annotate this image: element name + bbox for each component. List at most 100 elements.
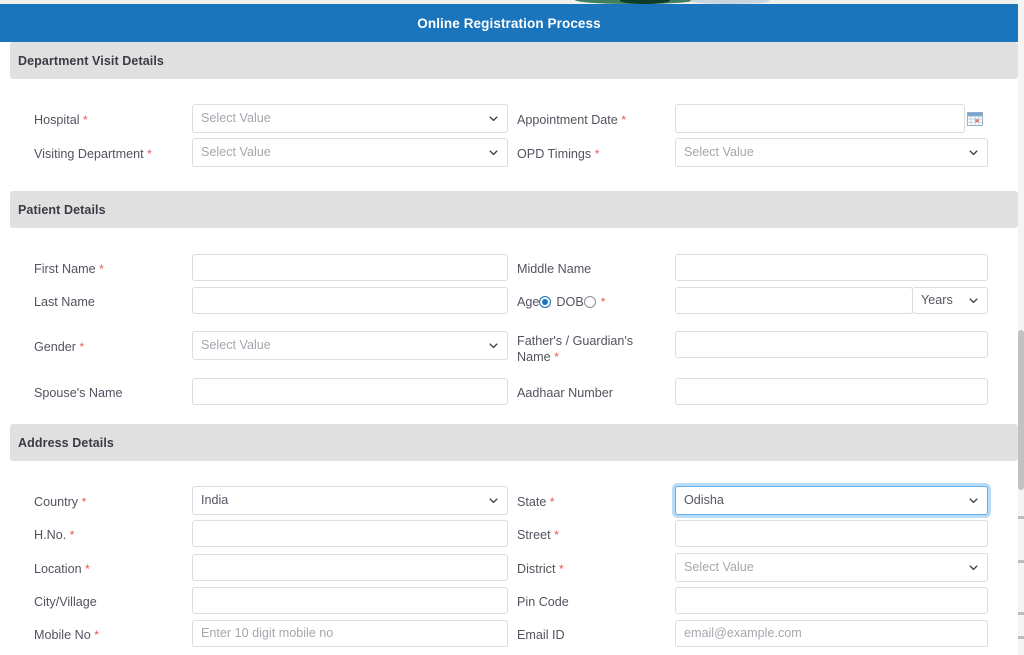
chevron-down-icon xyxy=(969,563,978,572)
mobile-no-input[interactable]: Enter 10 digit mobile no xyxy=(192,620,508,647)
spouse-name-input[interactable] xyxy=(192,378,508,405)
scrollbar-thumb[interactable] xyxy=(1018,330,1024,490)
scrollbar-mark xyxy=(1018,516,1024,519)
street-input[interactable] xyxy=(675,520,988,547)
city-village-input[interactable] xyxy=(192,587,508,614)
label-state: State * xyxy=(517,495,555,509)
form-row: H.No. * Street * xyxy=(0,520,1018,554)
form-row: Visiting Department * Select Value OPD T… xyxy=(0,138,1018,172)
aadhaar-number-input[interactable] xyxy=(675,378,988,405)
opd-timings-select-value: Select Value xyxy=(684,145,754,159)
required-marker: * xyxy=(83,113,88,127)
required-marker: * xyxy=(147,147,152,161)
label-city-village: City/Village xyxy=(34,595,97,609)
label-hno: H.No. * xyxy=(34,528,75,542)
father-guardian-name-input[interactable] xyxy=(675,331,988,358)
appointment-date-input[interactable] xyxy=(675,104,965,133)
required-marker: * xyxy=(554,350,559,364)
location-input[interactable] xyxy=(192,554,508,581)
label-mobile-no: Mobile No * xyxy=(34,628,99,642)
age-unit-select[interactable]: Years xyxy=(912,287,988,314)
country-select[interactable]: India xyxy=(192,486,508,515)
state-select[interactable]: Odisha xyxy=(675,486,988,515)
hno-input[interactable] xyxy=(192,520,508,547)
chevron-down-icon xyxy=(969,148,978,157)
label-first-name: First Name * xyxy=(34,262,104,276)
country-select-value: India xyxy=(201,493,229,507)
label-spouse-name: Spouse's Name xyxy=(34,386,123,400)
chevron-down-icon xyxy=(489,496,498,505)
first-name-input[interactable] xyxy=(192,254,508,281)
form-row: Location * District * Select Value xyxy=(0,553,1018,587)
opd-timings-select[interactable]: Select Value xyxy=(675,138,988,167)
visiting-department-select[interactable]: Select Value xyxy=(192,138,508,167)
label-gender: Gender * xyxy=(34,340,85,354)
label-visiting-department: Visiting Department * xyxy=(34,147,152,161)
label-father-guardian-name: Father's / Guardian's Name * xyxy=(517,334,634,364)
pin-code-input[interactable] xyxy=(675,587,988,614)
middle-name-input[interactable] xyxy=(675,254,988,281)
email-id-input[interactable]: email@example.com xyxy=(675,620,988,647)
last-name-input[interactable] xyxy=(192,287,508,314)
form-row: Gender * Select Value Father's / Guardia… xyxy=(0,331,1018,365)
label-country: Country * xyxy=(34,495,87,509)
age-unit-value: Years xyxy=(921,293,953,307)
form-row: Country * India State * Odisha xyxy=(0,486,1018,520)
chevron-down-icon xyxy=(489,341,498,350)
chevron-down-icon xyxy=(969,296,978,305)
label-pin-code: Pin Code xyxy=(517,595,569,609)
visiting-department-select-value: Select Value xyxy=(201,145,271,159)
label-location: Location * xyxy=(34,562,90,576)
form-row: First Name * Middle Name xyxy=(0,254,1018,288)
hospital-select-value: Select Value xyxy=(201,111,271,125)
chevron-down-icon xyxy=(489,148,498,157)
district-select-value: Select Value xyxy=(684,560,754,574)
label-district: District * xyxy=(517,562,564,576)
required-marker: * xyxy=(69,528,75,542)
required-marker: * xyxy=(621,113,626,127)
label-email-id: Email ID xyxy=(517,628,565,642)
district-select[interactable]: Select Value xyxy=(675,553,988,582)
form-row: Mobile No * Enter 10 digit mobile no Ema… xyxy=(0,620,1018,654)
required-marker: * xyxy=(81,495,87,509)
gender-select[interactable]: Select Value xyxy=(192,331,508,360)
form-row: Spouse's Name Aadhaar Number xyxy=(0,378,1018,412)
required-marker: * xyxy=(99,262,104,276)
scrollbar-mark xyxy=(1018,636,1024,639)
scrollbar-mark xyxy=(1018,612,1024,615)
page-scrollbar[interactable] xyxy=(1018,0,1024,655)
section-header-patient: Patient Details xyxy=(10,191,1018,228)
required-marker: * xyxy=(600,295,606,309)
label-opd-timings: OPD Timings * xyxy=(517,147,600,161)
age-radio[interactable] xyxy=(539,296,552,308)
label-middle-name: Middle Name xyxy=(517,262,592,276)
form-row: City/Village Pin Code xyxy=(0,587,1018,621)
chevron-down-icon xyxy=(489,114,498,123)
required-marker: * xyxy=(79,340,85,354)
required-marker: * xyxy=(554,528,559,542)
label-appointment-date: Appointment Date * xyxy=(517,113,626,127)
required-marker: * xyxy=(94,628,99,642)
dob-radio[interactable] xyxy=(583,296,596,308)
page-title: Online Registration Process xyxy=(417,15,601,31)
required-marker: * xyxy=(594,147,600,161)
label-hospital: Hospital * xyxy=(34,113,88,127)
section-title: Address Details xyxy=(18,435,114,450)
section-title: Department Visit Details xyxy=(18,53,164,68)
gender-select-value: Select Value xyxy=(201,338,271,352)
required-marker: * xyxy=(85,562,90,576)
registration-form: Department Visit Details Hospital * Sele… xyxy=(0,42,1018,655)
section-title: Patient Details xyxy=(18,202,106,217)
label-last-name: Last Name xyxy=(34,295,95,309)
registration-page: Online Registration Process Department V… xyxy=(0,0,1024,655)
form-row: Hospital * Select Value Appointment Date… xyxy=(0,104,1018,138)
age-value-input[interactable] xyxy=(675,287,913,314)
state-select-value: Odisha xyxy=(684,493,724,507)
scrollbar-mark xyxy=(1018,560,1024,563)
calendar-icon[interactable] xyxy=(967,111,983,127)
hospital-select[interactable]: Select Value xyxy=(192,104,508,133)
age-dob-toggle-group: Age DOB * xyxy=(517,294,605,310)
form-row: Last Name Age DOB * Years xyxy=(0,287,1018,321)
label-age: Age xyxy=(517,295,540,309)
email-id-placeholder: email@example.com xyxy=(684,626,802,640)
